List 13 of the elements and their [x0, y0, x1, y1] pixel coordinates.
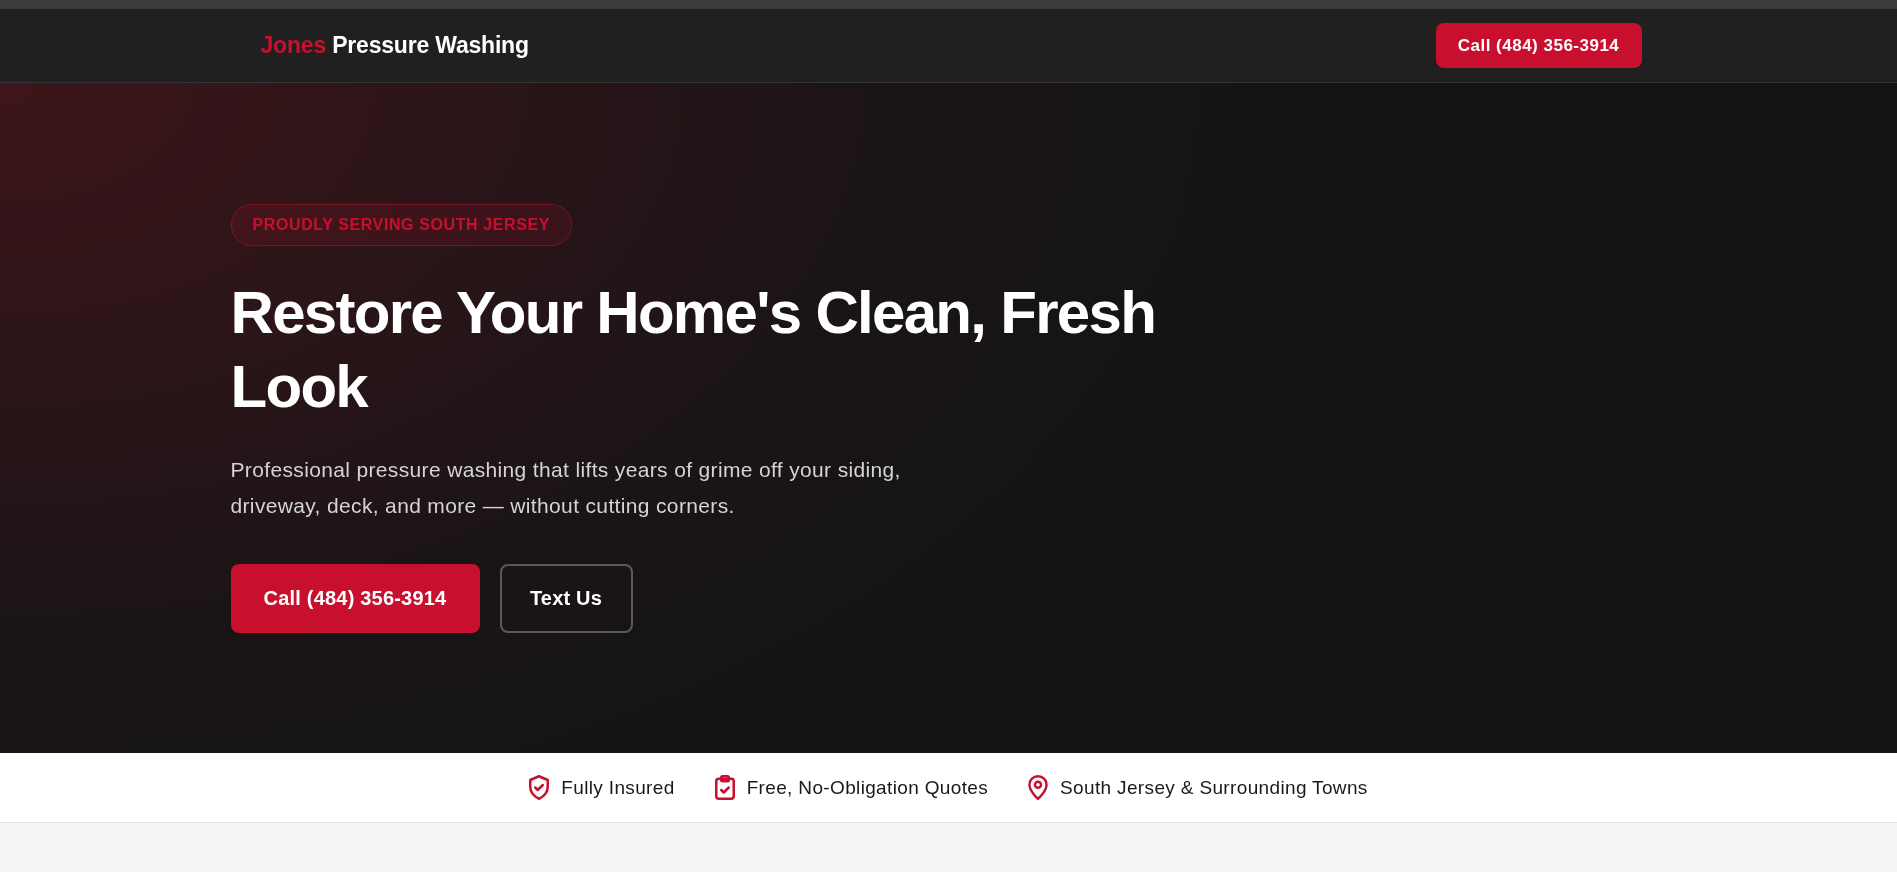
map-pin-icon	[1028, 775, 1049, 800]
hero-subtitle: Professional pressure washing that lifts years of grime off your siding, driveway, deck, and more — without cutting corners.	[230, 457, 902, 519]
service-area-badge: PROUDLY SERVING SOUTH JERSEY	[230, 204, 572, 246]
clipboard-check-icon	[714, 775, 735, 800]
call-button[interactable]: Call (484) 356-3914	[1435, 23, 1642, 68]
call-button[interactable]: Call (484) 356-3914	[230, 564, 480, 633]
hero-title: Restore Your Home's Clean, Fresh Look	[230, 278, 1157, 422]
trust-label: Fully Insured	[561, 776, 675, 799]
text-button[interactable]: Text Us	[499, 564, 633, 633]
shield-check-icon	[529, 775, 550, 800]
trust-label: South Jersey & Surrounding Towns	[1060, 776, 1368, 799]
site-logo[interactable]: Jones Pressure Washing	[260, 32, 529, 59]
trust-label: Free, No-Obligation Quotes	[746, 776, 989, 799]
